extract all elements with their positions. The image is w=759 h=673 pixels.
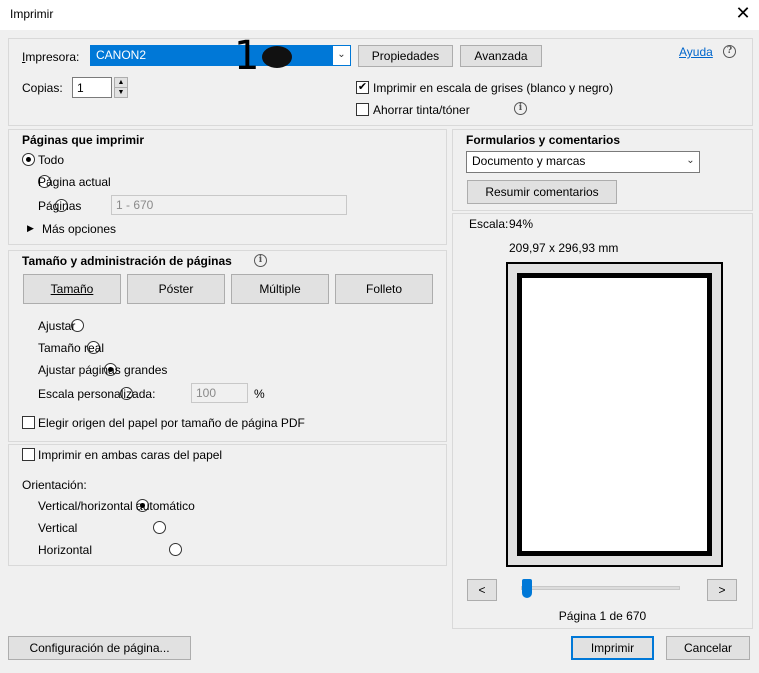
window-title: Imprimir bbox=[10, 7, 54, 21]
orientation-auto-label: Vertical/horizontal automático bbox=[38, 499, 195, 513]
percent-label: % bbox=[254, 387, 265, 401]
stepper-down-icon[interactable]: ▼ bbox=[115, 88, 127, 97]
save-ink-info-icon[interactable]: i bbox=[514, 102, 527, 115]
help-link[interactable]: Ayuda bbox=[679, 45, 713, 59]
annotation-mark-1: 1 bbox=[234, 33, 260, 79]
save-ink-checkbox[interactable] bbox=[356, 103, 369, 116]
pages-current-label: Página actual bbox=[38, 175, 111, 189]
help-info-icon[interactable]: ? bbox=[723, 45, 736, 58]
copies-input[interactable] bbox=[72, 77, 112, 98]
save-ink-label: Ahorrar tinta/tóner bbox=[373, 103, 470, 117]
summarize-comments-button[interactable]: Resumir comentarios bbox=[467, 180, 617, 204]
annotation-blob-1 bbox=[262, 46, 292, 68]
duplex-label: Imprimir en ambas caras del papel bbox=[38, 448, 223, 462]
stepper-up-icon[interactable]: ▲ bbox=[115, 78, 127, 88]
tab-size[interactable]: Tamaño bbox=[23, 274, 121, 304]
copies-stepper[interactable]: ▲ ▼ bbox=[114, 77, 128, 98]
pages-all-label: Todo bbox=[38, 153, 65, 167]
more-options-toggle[interactable]: Más opciones bbox=[42, 222, 116, 236]
orientation-portrait-label: Vertical bbox=[38, 521, 78, 535]
page-preview-sheet bbox=[517, 273, 712, 556]
sizing-info-icon[interactable]: i bbox=[254, 254, 267, 267]
prev-page-button[interactable]: < bbox=[467, 579, 497, 601]
orientation-landscape-radio[interactable] bbox=[169, 543, 183, 556]
tab-size-label: Tamaño bbox=[50, 282, 94, 296]
grayscale-checkbox[interactable]: ✔ bbox=[356, 81, 369, 94]
printer-label: Impresora: bbox=[22, 50, 80, 64]
pages-range-label: Páginas bbox=[38, 199, 82, 213]
page-preview bbox=[506, 262, 723, 567]
fit-label: Ajustar bbox=[38, 319, 76, 333]
title-bar bbox=[0, 0, 759, 30]
orientation-heading: Orientación: bbox=[22, 478, 87, 492]
forms-heading: Formularios y comentarios bbox=[466, 133, 621, 147]
page-slider-track[interactable] bbox=[521, 586, 680, 590]
tab-multiple[interactable]: Múltiple bbox=[231, 274, 329, 304]
printer-select-value: CANON2 bbox=[96, 48, 147, 62]
advanced-button[interactable]: Avanzada bbox=[460, 45, 542, 67]
sizing-heading: Tamaño y administración de páginas bbox=[22, 254, 232, 268]
pages-heading: Páginas que imprimir bbox=[22, 133, 145, 147]
copies-label: Copias: bbox=[22, 81, 63, 95]
scale-value: 94% bbox=[509, 217, 534, 231]
expand-triangle-icon[interactable]: ▶ bbox=[27, 223, 34, 234]
orientation-landscape-label: Horizontal bbox=[38, 543, 93, 557]
tab-booklet[interactable]: Folleto bbox=[335, 274, 433, 304]
print-button[interactable]: Imprimir bbox=[571, 636, 654, 660]
paper-source-checkbox[interactable] bbox=[22, 416, 35, 429]
page-status: Página 1 de 670 bbox=[558, 609, 647, 623]
custom-scale-input[interactable] bbox=[191, 383, 248, 403]
page-slider-thumb[interactable] bbox=[522, 579, 532, 598]
close-icon[interactable]: ✕ bbox=[733, 3, 753, 23]
pages-all-radio[interactable] bbox=[22, 153, 35, 166]
forms-select[interactable]: Documento y marcas ⌄ bbox=[466, 151, 700, 173]
orientation-portrait-radio[interactable] bbox=[152, 521, 166, 534]
next-page-button[interactable]: > bbox=[707, 579, 737, 601]
printer-select[interactable]: CANON2 ⌄ bbox=[90, 45, 351, 66]
custom-scale-label: Escala personalizada: bbox=[38, 387, 156, 401]
chevron-down-icon: ⌄ bbox=[686, 155, 695, 166]
cancel-button[interactable]: Cancelar bbox=[666, 636, 750, 660]
paper-dimensions: 209,97 x 296,93 mm bbox=[509, 241, 619, 255]
paper-source-label: Elegir origen del papel por tamaño de pá… bbox=[38, 416, 305, 430]
duplex-checkbox[interactable] bbox=[22, 448, 35, 461]
scale-label: Escala: bbox=[469, 217, 509, 231]
actual-size-label: Tamaño real bbox=[38, 341, 105, 355]
grayscale-label: Imprimir en escala de grises (blanco y n… bbox=[373, 81, 614, 95]
printer-label-text: mpresora: bbox=[25, 50, 80, 64]
shrink-label: Ajustar páginas grandes bbox=[38, 363, 168, 377]
page-setup-button[interactable]: Configuración de página... bbox=[8, 636, 191, 660]
tab-poster[interactable]: Póster bbox=[127, 274, 225, 304]
chevron-down-icon: ⌄ bbox=[333, 46, 350, 65]
properties-button[interactable]: Propiedades bbox=[358, 45, 453, 67]
pages-range-input[interactable] bbox=[111, 195, 347, 215]
forms-select-value: Documento y marcas bbox=[472, 154, 586, 168]
